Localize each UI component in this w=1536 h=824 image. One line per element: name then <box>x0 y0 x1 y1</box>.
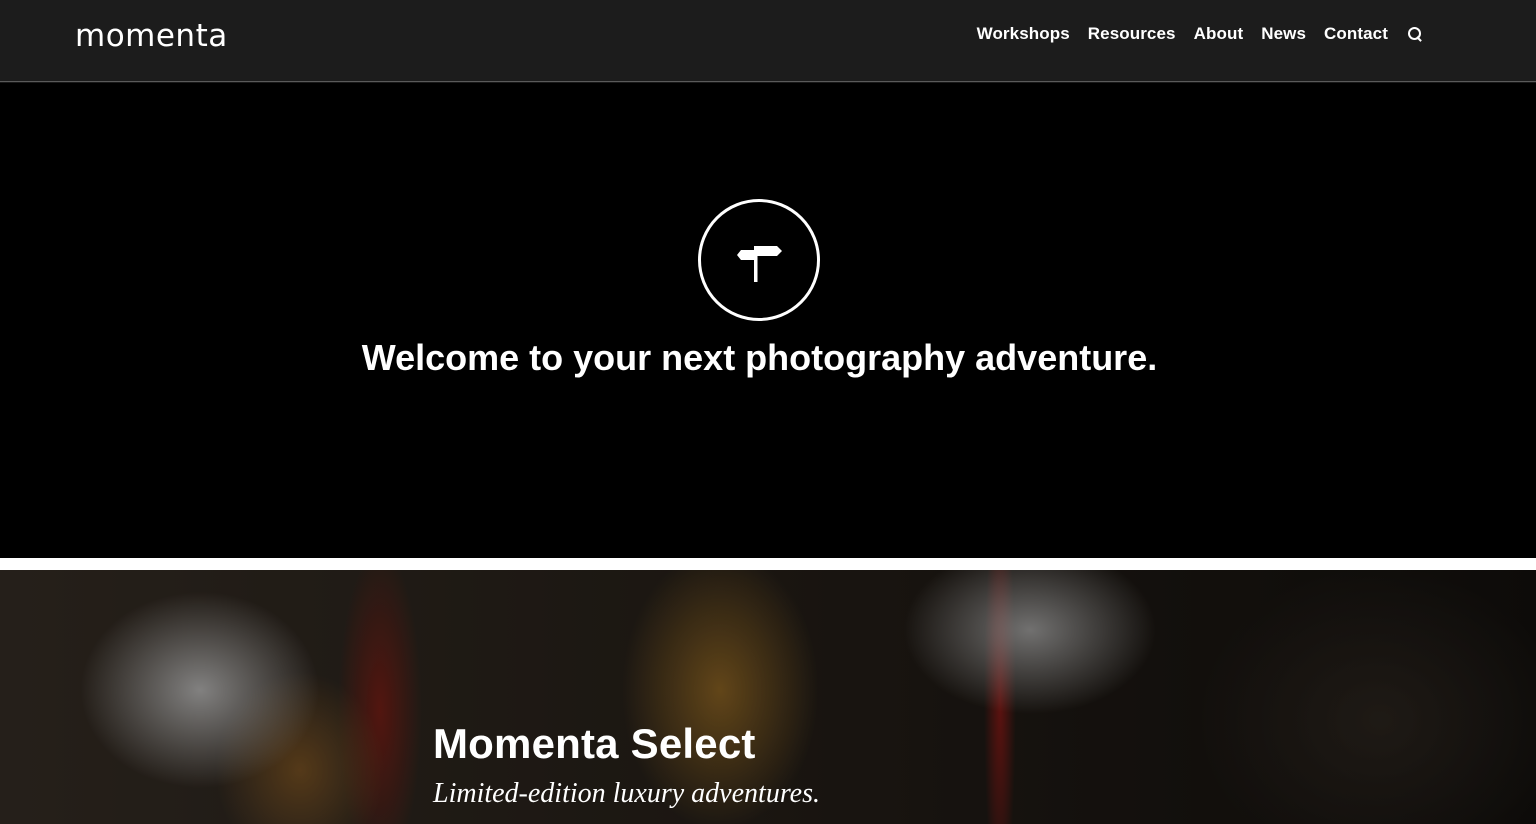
nav-news[interactable]: News <box>1261 24 1306 44</box>
nav-contact[interactable]: Contact <box>1324 24 1388 44</box>
nav-workshops[interactable]: Workshops <box>977 24 1070 44</box>
banner-title: Momenta Select <box>433 720 756 767</box>
main-nav: Workshops Resources About News Contact <box>959 24 1422 44</box>
site-header: momenta Workshops Resources About News C… <box>0 0 1536 96</box>
hero-title: Welcome to your next photography adventu… <box>361 337 1158 378</box>
banner-subtitle: Limited-edition luxury adventures. <box>433 778 820 809</box>
nav-resources[interactable]: Resources <box>1088 24 1176 44</box>
section-divider <box>0 558 1536 570</box>
site-logo[interactable]: momenta <box>75 18 228 54</box>
momenta-select-banner[interactable]: Momenta Select Limited-edition luxury ad… <box>0 570 1536 824</box>
hero-section: Welcome to your next photography adventu… <box>0 83 1536 558</box>
signpost-icon <box>698 199 820 321</box>
nav-about[interactable]: About <box>1194 24 1244 44</box>
search-icon[interactable] <box>1408 27 1422 41</box>
